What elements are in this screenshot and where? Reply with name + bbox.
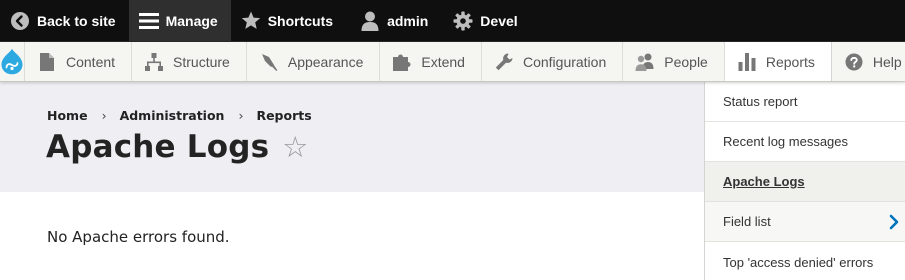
page-title: Apache Logs [46,129,270,165]
paintbrush-icon [259,52,279,72]
tray-item-structure[interactable]: Structure [132,42,247,81]
manage-tab[interactable]: Manage [128,0,231,41]
menu-item-label: Apache Logs [723,174,805,189]
back-arrow-icon [10,11,30,31]
bar-chart-icon [737,52,757,72]
drupal-drop-icon [1,48,23,75]
user-icon [360,11,380,31]
breadcrumb: Home › Administration › Reports [47,108,312,123]
tray-item-label: Configuration [522,53,607,70]
breadcrumb-separator: › [101,108,107,123]
tray-item-people[interactable]: People [623,42,725,81]
chevron-right-icon[interactable] [888,214,900,230]
menu-item-recent-log-messages[interactable]: Recent log messages [705,122,905,162]
back-to-site-link[interactable]: Back to site [0,0,129,41]
star-icon [241,11,261,31]
tray-item-appearance[interactable]: Appearance [247,42,381,81]
menu-item-status-report[interactable]: Status report [705,82,905,122]
breadcrumb-separator: › [238,108,244,123]
reports-submenu: Status report Recent log messages Apache… [704,82,905,280]
manage-label: Manage [165,12,218,29]
devel-tab[interactable]: Devel [441,0,530,41]
tray-item-label: Reports [765,53,815,70]
puzzle-icon [392,52,412,72]
tray-item-extend[interactable]: Extend [380,42,482,81]
menu-item-label: Field list [723,214,771,229]
hamburger-icon [138,11,159,31]
tray-item-reports[interactable]: Reports [724,42,832,81]
menu-item-apache-logs[interactable]: Apache Logs [705,162,905,202]
admin-tray: Content Structure Appearance Extend Conf… [0,42,905,82]
user-label: admin [387,12,429,29]
breadcrumb-home[interactable]: Home [47,108,88,123]
shortcuts-tab[interactable]: Shortcuts [231,0,346,41]
tray-item-content[interactable]: Content [25,42,133,81]
help-icon [844,52,864,72]
tray-item-label: Content [66,53,116,70]
devel-label: Devel [480,12,518,29]
shortcut-star-icon[interactable]: ☆ [282,132,308,162]
tray-item-label: Extend [421,53,465,70]
drupal-logo[interactable] [0,42,25,81]
menu-item-top-access-denied[interactable]: Top 'access denied' errors [705,242,905,280]
menu-item-label: Top 'access denied' errors [723,254,874,270]
document-icon [37,52,57,72]
menu-item-label: Status report [723,94,798,109]
tray-item-label: People [664,53,708,70]
admin-toolbar: Back to site Manage Shortcuts admin Deve… [0,0,905,42]
tray-item-label: Help [872,53,902,70]
people-icon [635,52,655,72]
page-title-row: Apache Logs ☆ [46,129,308,165]
gear-icon [453,11,473,31]
tray-item-configuration[interactable]: Configuration [482,42,624,81]
menu-item-field-list[interactable]: Field list [705,202,905,242]
tray-item-help[interactable]: Help [832,42,905,81]
tray-item-label: Appearance [287,53,364,70]
breadcrumb-administration[interactable]: Administration [120,108,225,123]
tray-item-label: Structure [173,53,230,70]
wrench-icon [494,52,514,72]
user-tab[interactable]: admin [346,0,441,41]
sitemap-icon [144,52,164,72]
menu-item-label: Recent log messages [723,134,849,149]
shortcuts-label: Shortcuts [267,12,334,29]
breadcrumb-reports[interactable]: Reports [256,108,311,123]
back-to-site-label: Back to site [37,12,116,29]
status-message: No Apache errors found. [47,228,230,246]
